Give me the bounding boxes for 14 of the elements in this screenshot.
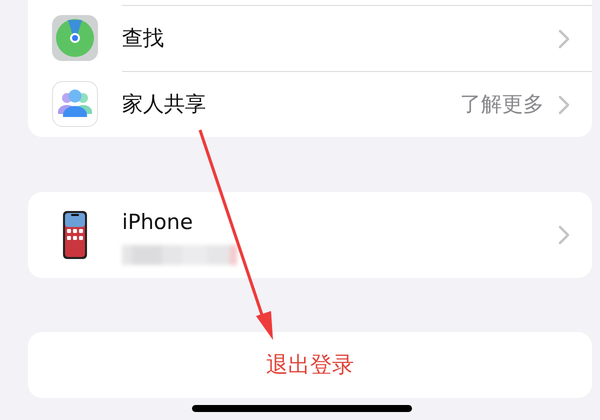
row-label: 家人共享 xyxy=(122,90,206,118)
settings-row[interactable]: 家人共享 了解更多 xyxy=(28,71,592,137)
phone-icon xyxy=(62,210,88,260)
chevron-icon xyxy=(558,94,570,114)
sign-out-button[interactable]: 退出登录 xyxy=(28,332,592,398)
chevron-icon xyxy=(558,28,570,48)
row-label: 查找 xyxy=(122,24,164,52)
chevron-icon xyxy=(558,225,570,245)
family-icon xyxy=(52,81,98,127)
settings-row[interactable]: 查找 xyxy=(28,5,592,71)
row-detail: 了解更多 xyxy=(460,90,544,118)
find-icon xyxy=(52,15,98,61)
settings-row[interactable]: iPhone xyxy=(28,192,592,278)
row-label: iPhone xyxy=(122,209,194,236)
